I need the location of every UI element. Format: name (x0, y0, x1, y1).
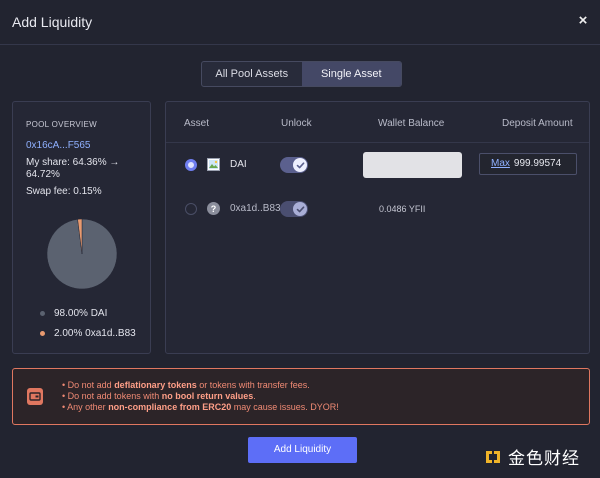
toggle-knob (293, 158, 307, 172)
watermark: 金色财经 (483, 444, 580, 469)
asset-mode-tabs: All Pool Assets Single Asset (201, 61, 402, 87)
asset-name-token: 0xa1d..B83 (230, 203, 281, 214)
max-button[interactable]: Max (491, 158, 510, 169)
assets-table-panel: Asset Unlock Wallet Balance Deposit Amou… (165, 101, 590, 354)
column-header-unlock: Unlock (281, 118, 312, 129)
asset-radio-dai[interactable] (185, 159, 197, 171)
deposit-amount-field-dai[interactable]: Max 999.99574 (479, 153, 577, 175)
erc20-warning-banner: • Do not add deflationary tokens or toke… (12, 368, 590, 425)
legend-dot-dai (40, 311, 45, 316)
column-header-wallet-balance: Wallet Balance (378, 118, 445, 129)
warning-line-3: • Any other non-compliance from ERC20 ma… (62, 402, 339, 412)
legend-label-dai: 98.00% DAI (54, 308, 108, 319)
legend-item-dai: 98.00% DAI (40, 308, 107, 319)
warning-emphasis: deflationary tokens (114, 380, 197, 390)
pool-address-link[interactable]: 0x16cA...F565 (26, 140, 90, 151)
warning-text: • Do not add deflationary tokens or toke… (62, 380, 339, 413)
close-button[interactable]: × (575, 12, 591, 30)
tab-all-pool-assets[interactable]: All Pool Assets (202, 62, 302, 86)
legend-item-token: 2.00% 0xa1d..B83 (40, 328, 136, 339)
watermark-text: 金色财经 (508, 449, 580, 468)
unlock-toggle-token[interactable] (280, 201, 308, 217)
unknown-token-icon: ? (207, 202, 220, 215)
swap-fee-text: Swap fee: 0.15% (26, 186, 102, 197)
jinse-logo-icon (486, 450, 500, 463)
warning-line-2: • Do not add tokens with no bool return … (62, 391, 256, 401)
unlock-toggle-dai[interactable] (280, 157, 308, 173)
warning-emphasis: non-compliance from ERC20 (108, 402, 232, 412)
checkmark-icon (296, 161, 304, 168)
pool-overview-panel: POOL OVERVIEW 0x16cA...F565 My share: 64… (12, 101, 151, 354)
legend-dot-token (40, 331, 45, 336)
pool-overview-heading: POOL OVERVIEW (26, 120, 98, 129)
asset-radio-token[interactable] (185, 203, 197, 215)
wallet-balance-token: 0.0486 YFII (379, 204, 426, 214)
unknown-token-glyph: ? (211, 204, 217, 214)
pool-composition-pie-chart (46, 218, 118, 290)
deposit-amount-value[interactable]: 999.99574 (514, 158, 561, 169)
my-share-text: My share: 64.36% → 64.72% (26, 157, 120, 180)
wallet-balance-dai (363, 152, 462, 178)
tab-single-asset[interactable]: Single Asset (301, 62, 401, 86)
warning-line-1: • Do not add deflationary tokens or toke… (62, 380, 310, 390)
broken-image-icon (207, 158, 220, 171)
modal-title: Add Liquidity (12, 14, 93, 30)
warning-icon (27, 388, 43, 405)
checkmark-icon (296, 205, 304, 212)
modal-header: Add Liquidity × (0, 0, 600, 45)
add-liquidity-button[interactable]: Add Liquidity (248, 437, 357, 463)
legend-label-token: 2.00% 0xa1d..B83 (54, 328, 136, 339)
column-header-deposit-amount: Deposit Amount (502, 118, 573, 129)
warning-emphasis: no bool return values (161, 391, 254, 401)
asset-name-dai: DAI (230, 159, 247, 170)
toggle-knob (293, 202, 307, 216)
table-header-divider (166, 142, 589, 143)
column-header-asset: Asset (184, 118, 210, 129)
